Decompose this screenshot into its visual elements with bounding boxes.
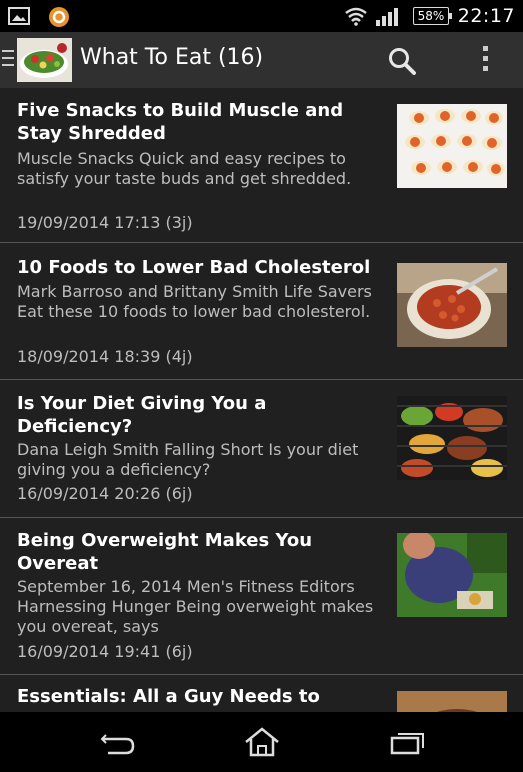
article-title: 10 Foods to Lower Bad Cholesterol (17, 257, 371, 278)
list-item[interactable]: 10 Foods to Lower Bad Cholesterol Mark B… (0, 243, 523, 380)
article-title: Five Snacks to Build Muscle and Stay Shr… (17, 100, 344, 144)
article-description: Mark Barroso and Brittany Smith Life Sav… (17, 282, 372, 321)
action-bar: What To Eat (16) (0, 32, 523, 88)
signal-icon (374, 6, 400, 26)
list-item[interactable]: Essentials: All a Guy Needs to (0, 675, 523, 712)
article-title: Is Your Diet Giving You a Deficiency? (17, 393, 267, 437)
food-image (397, 691, 507, 712)
list-item[interactable]: Being Overweight Makes You Overeat Septe… (0, 518, 523, 675)
article-date: 16/09/2014 19:41 (6j) (17, 642, 193, 661)
article-date: 16/09/2014 20:26 (6j) (17, 484, 193, 503)
article-description: September 16, 2014 Men's Fitness Editors… (17, 577, 374, 636)
article-description: Muscle Snacks Quick and easy recipes to … (17, 149, 352, 188)
search-icon[interactable] (386, 45, 418, 77)
home-icon[interactable] (242, 726, 282, 757)
article-list[interactable]: Five Snacks to Build Muscle and Stay Shr… (0, 88, 523, 712)
drawer-icon[interactable] (2, 50, 14, 70)
wifi-icon (344, 6, 368, 26)
deviled-eggs-image (397, 104, 507, 188)
status-bar: 58% 22:17 (0, 0, 523, 32)
overflow-menu-icon[interactable] (481, 46, 489, 74)
battery-level: 58% (417, 9, 445, 23)
article-title: Being Overweight Makes You Overeat (17, 530, 313, 574)
page-title: What To Eat (16) (80, 45, 264, 70)
article-date: 19/09/2014 17:13 (3j) (17, 213, 193, 232)
orange-app-icon (48, 6, 70, 27)
image-notification-icon (8, 6, 30, 26)
navigation-bar (0, 712, 523, 772)
recent-apps-icon[interactable] (388, 729, 428, 757)
battery-icon: 58% (413, 7, 452, 25)
clock: 22:17 (457, 5, 515, 27)
article-title: Essentials: All a Guy Needs to (17, 686, 320, 707)
beans-bowl-image (397, 263, 507, 347)
man-eating-image (397, 533, 507, 617)
article-date: 18/09/2014 18:39 (4j) (17, 347, 193, 366)
article-description: Dana Leigh Smith Falling Short Is your d… (17, 440, 359, 479)
grilled-food-image (397, 396, 507, 480)
list-item[interactable]: Five Snacks to Build Muscle and Stay Shr… (0, 88, 523, 243)
app-logo[interactable] (17, 38, 72, 82)
back-icon[interactable] (98, 729, 138, 757)
list-item[interactable]: Is Your Diet Giving You a Deficiency? Da… (0, 380, 523, 518)
